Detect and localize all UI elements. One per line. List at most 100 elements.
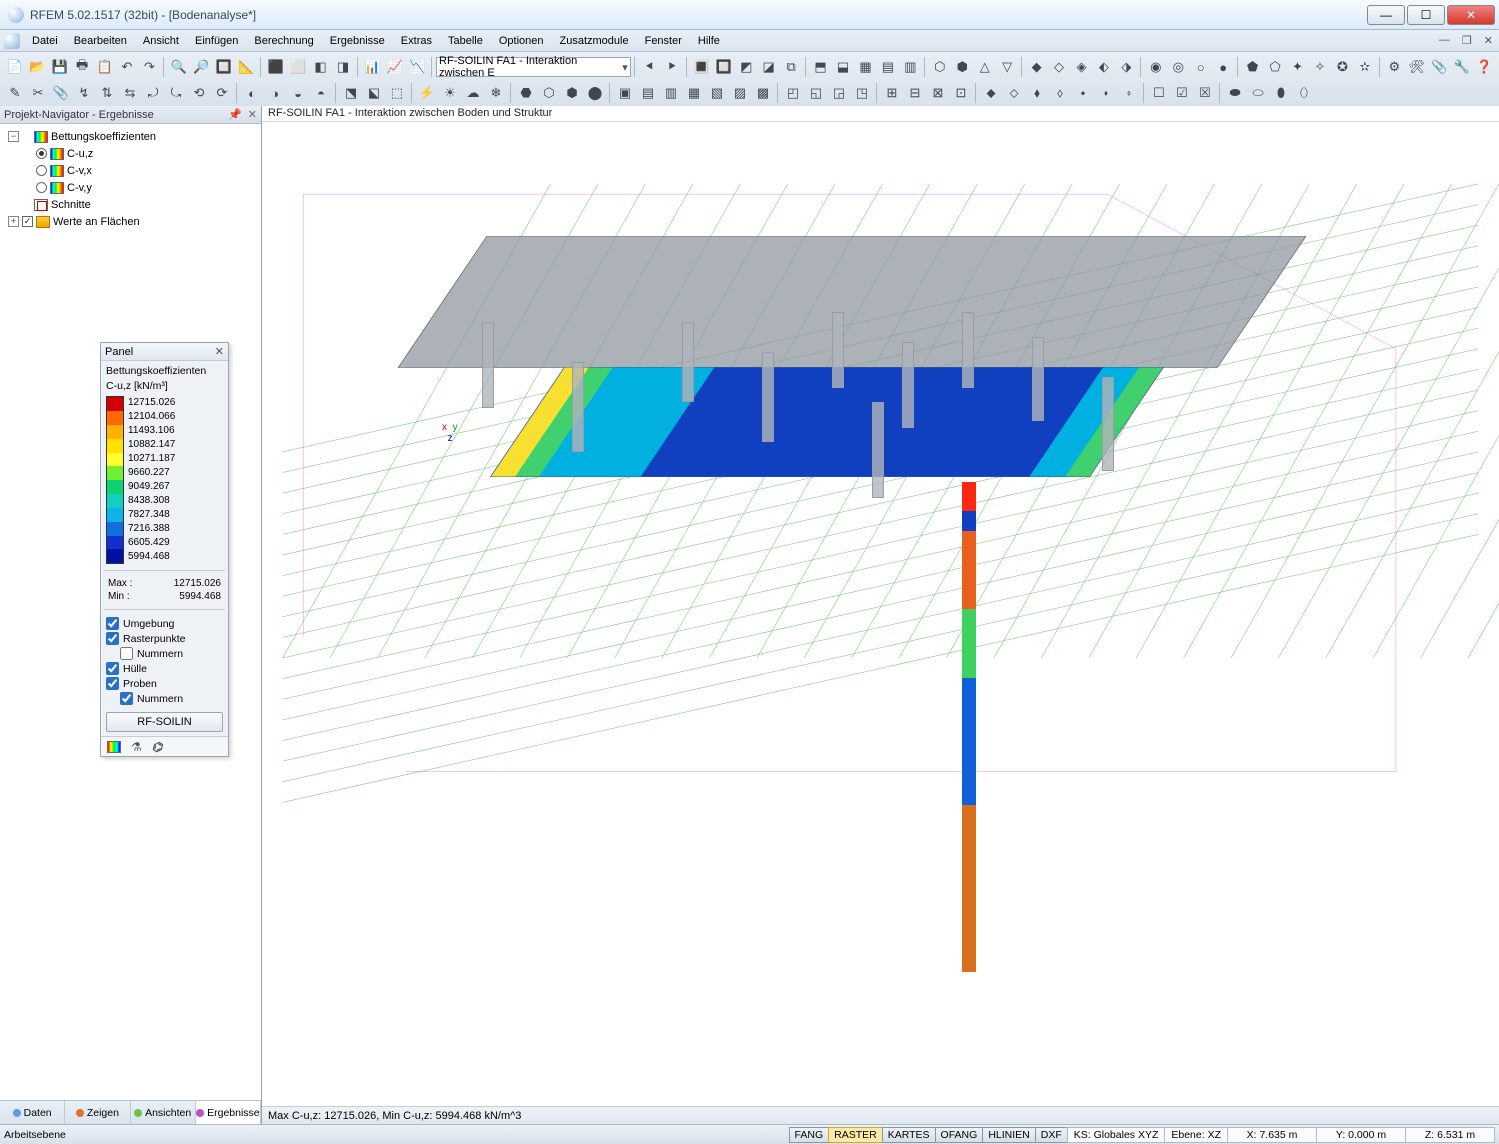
toolbar-button-r2-15[interactable]: ⬕ bbox=[363, 82, 385, 104]
toolbar-button-r2-5[interactable]: ⇆ bbox=[119, 82, 141, 104]
tree-item-label[interactable]: C-v,y bbox=[67, 182, 92, 194]
toolbar-button-r2-40[interactable]: ⬥ bbox=[980, 82, 1002, 104]
toolbar-button-r1-52[interactable]: 🔧 bbox=[1451, 56, 1472, 78]
chk-umgebung[interactable] bbox=[106, 617, 119, 630]
toolbar-button-r1-38[interactable]: ⬗ bbox=[1116, 56, 1137, 78]
chk-huelle[interactable] bbox=[106, 662, 119, 675]
menu-item-tabelle[interactable]: Tabelle bbox=[440, 32, 491, 50]
toolbar-button-r2-6[interactable]: ⤾ bbox=[142, 82, 164, 104]
toolbar-button-r2-18[interactable]: ☀ bbox=[439, 82, 461, 104]
toolbar-button-r2-33[interactable]: ◱ bbox=[805, 82, 827, 104]
toolbar-button-r1-44[interactable]: ⬠ bbox=[1264, 56, 1285, 78]
panel-tab-factor-icon[interactable]: ⚗ bbox=[131, 740, 142, 754]
toolbar-button-r2-39[interactable]: ⊡ bbox=[950, 82, 972, 104]
navigator-pin-icon[interactable]: 📌 bbox=[228, 108, 242, 121]
toolbar-button-r1-14[interactable]: ◨ bbox=[332, 56, 353, 78]
tree-expand-icon[interactable]: + bbox=[8, 216, 19, 227]
toolbar-button-r2-41[interactable]: ⬦ bbox=[1003, 82, 1025, 104]
menu-item-extras[interactable]: Extras bbox=[393, 32, 440, 50]
toolbar-button-r1-24[interactable]: ⧉ bbox=[780, 56, 801, 78]
toolbar-button-r1-11[interactable]: ⬛ bbox=[265, 56, 286, 78]
toolbar-button-r1-30[interactable]: ⬡ bbox=[929, 56, 950, 78]
toolbar-button-r2-3[interactable]: ↯ bbox=[73, 82, 95, 104]
navigator-tab-zeigen[interactable]: Zeigen bbox=[65, 1101, 130, 1124]
toolbar-button-r2-44[interactable]: ⬩ bbox=[1072, 82, 1094, 104]
toolbar-button-r1-3[interactable]: 🖶 bbox=[71, 56, 92, 78]
menu-item-ansicht[interactable]: Ansicht bbox=[135, 32, 187, 50]
panel-tab-filter-icon[interactable]: ⌬ bbox=[152, 740, 162, 754]
toolbar-button-r2-22[interactable]: ⬡ bbox=[538, 82, 560, 104]
toolbar-button-r2-10[interactable]: ◐ bbox=[241, 82, 263, 104]
toolbar-button-r1-19[interactable]: ⯈ bbox=[661, 56, 682, 78]
panel-tab-colors-icon[interactable] bbox=[107, 741, 121, 753]
navigator-tab-ergebnisse[interactable]: Ergebnisse bbox=[196, 1101, 261, 1124]
toolbar-button-r2-34[interactable]: ◲ bbox=[828, 82, 850, 104]
toolbar-button-r2-53[interactable]: ⬯ bbox=[1293, 82, 1315, 104]
toolbar-button-r1-36[interactable]: ◈ bbox=[1071, 56, 1092, 78]
menu-item-berechnung[interactable]: Berechnung bbox=[246, 32, 321, 50]
toolbar-button-r2-52[interactable]: ⬮ bbox=[1270, 82, 1292, 104]
tree-radio-C-v,x[interactable] bbox=[36, 165, 47, 176]
toolbar-button-r1-13[interactable]: ◧ bbox=[310, 56, 331, 78]
toolbar-button-r1-29[interactable]: ▥ bbox=[900, 56, 921, 78]
toolbar-button-r1-21[interactable]: 🔲 bbox=[713, 56, 734, 78]
tree-collapse-icon[interactable]: − bbox=[8, 131, 19, 142]
status-toggle-raster[interactable]: RASTER bbox=[828, 1127, 883, 1143]
toolbar-button-r2-19[interactable]: ☁ bbox=[462, 82, 484, 104]
toolbar-button-r1-49[interactable]: ⚙ bbox=[1384, 56, 1405, 78]
toolbar-button-r1-39[interactable]: ◉ bbox=[1145, 56, 1166, 78]
toolbar-button-r1-45[interactable]: ✦ bbox=[1287, 56, 1308, 78]
tree-schnitte[interactable]: Schnitte bbox=[51, 199, 91, 211]
tree-radio-C-u,z[interactable] bbox=[36, 148, 47, 159]
toolbar-button-r2-29[interactable]: ▧ bbox=[706, 82, 728, 104]
toolbar-button-r1-47[interactable]: ✪ bbox=[1332, 56, 1353, 78]
toolbar-result-combo[interactable]: RF-SOILIN FA1 - Interaktion zwischen E▾ bbox=[436, 57, 631, 77]
menu-item-datei[interactable]: Datei bbox=[24, 32, 66, 50]
panel-close-icon[interactable]: ✕ bbox=[215, 345, 224, 358]
navigator-tab-daten[interactable]: Daten bbox=[0, 1101, 65, 1124]
chk-rasterpunkte[interactable] bbox=[106, 632, 119, 645]
toolbar-button-r2-46[interactable]: ⬫ bbox=[1118, 82, 1140, 104]
toolbar-button-r2-21[interactable]: ⬣ bbox=[515, 82, 537, 104]
toolbar-button-r1-2[interactable]: 💾 bbox=[49, 56, 70, 78]
menu-item-optionen[interactable]: Optionen bbox=[491, 32, 552, 50]
menu-item-einfügen[interactable]: Einfügen bbox=[187, 32, 246, 50]
status-toggle-fang[interactable]: FANG bbox=[789, 1127, 830, 1143]
toolbar-button-r1-5[interactable]: ↶ bbox=[116, 56, 137, 78]
toolbar-button-r1-17[interactable]: 📉 bbox=[407, 56, 428, 78]
menu-item-ergebnisse[interactable]: Ergebnisse bbox=[322, 32, 393, 50]
toolbar-button-r1-6[interactable]: ↷ bbox=[139, 56, 160, 78]
toolbar-button-r1-25[interactable]: ⬒ bbox=[810, 56, 831, 78]
window-minimize-button[interactable]: — bbox=[1367, 5, 1405, 25]
toolbar-button-r1-18[interactable]: ⯇ bbox=[639, 56, 660, 78]
toolbar-button-r2-49[interactable]: ☒ bbox=[1194, 82, 1216, 104]
menu-item-fenster[interactable]: Fenster bbox=[637, 32, 690, 50]
toolbar-button-r2-26[interactable]: ▤ bbox=[637, 82, 659, 104]
toolbar-button-r1-51[interactable]: 📎 bbox=[1428, 56, 1449, 78]
navigator-close-icon[interactable]: ✕ bbox=[248, 108, 257, 121]
toolbar-button-r2-30[interactable]: ▨ bbox=[729, 82, 751, 104]
toolbar-button-r2-47[interactable]: ☐ bbox=[1148, 82, 1170, 104]
toolbar-button-r2-48[interactable]: ☑ bbox=[1171, 82, 1193, 104]
chk-proben[interactable] bbox=[106, 677, 119, 690]
status-toggle-hlinien[interactable]: HLINIEN bbox=[982, 1127, 1035, 1143]
status-toggle-kartes[interactable]: KARTES bbox=[882, 1127, 936, 1143]
toolbar-button-r1-10[interactable]: 📐 bbox=[236, 56, 257, 78]
toolbar-button-r1-40[interactable]: ◎ bbox=[1168, 56, 1189, 78]
rf-soilin-button[interactable]: RF-SOILIN bbox=[106, 712, 223, 732]
mdi-close-icon[interactable]: ✕ bbox=[1484, 34, 1493, 47]
toolbar-button-r2-9[interactable]: ⟳ bbox=[211, 82, 233, 104]
toolbar-button-r2-20[interactable]: ❄ bbox=[485, 82, 507, 104]
tree-werte-checkbox[interactable]: ✓ bbox=[22, 216, 33, 227]
menu-item-hilfe[interactable]: Hilfe bbox=[690, 32, 728, 50]
mdi-restore-icon[interactable]: ❐ bbox=[1462, 34, 1472, 47]
toolbar-button-r1-50[interactable]: 🛠 bbox=[1406, 56, 1427, 78]
tree-item-label[interactable]: C-u,z bbox=[67, 148, 93, 160]
toolbar-button-r2-28[interactable]: ▦ bbox=[683, 82, 705, 104]
toolbar-button-r2-11[interactable]: ◑ bbox=[264, 82, 286, 104]
toolbar-button-r1-26[interactable]: ⬓ bbox=[832, 56, 853, 78]
menu-item-zusatzmodule[interactable]: Zusatzmodule bbox=[552, 32, 637, 50]
toolbar-button-r1-37[interactable]: ⬖ bbox=[1093, 56, 1114, 78]
toolbar-button-r1-23[interactable]: ◪ bbox=[758, 56, 779, 78]
toolbar-button-r2-32[interactable]: ◰ bbox=[782, 82, 804, 104]
